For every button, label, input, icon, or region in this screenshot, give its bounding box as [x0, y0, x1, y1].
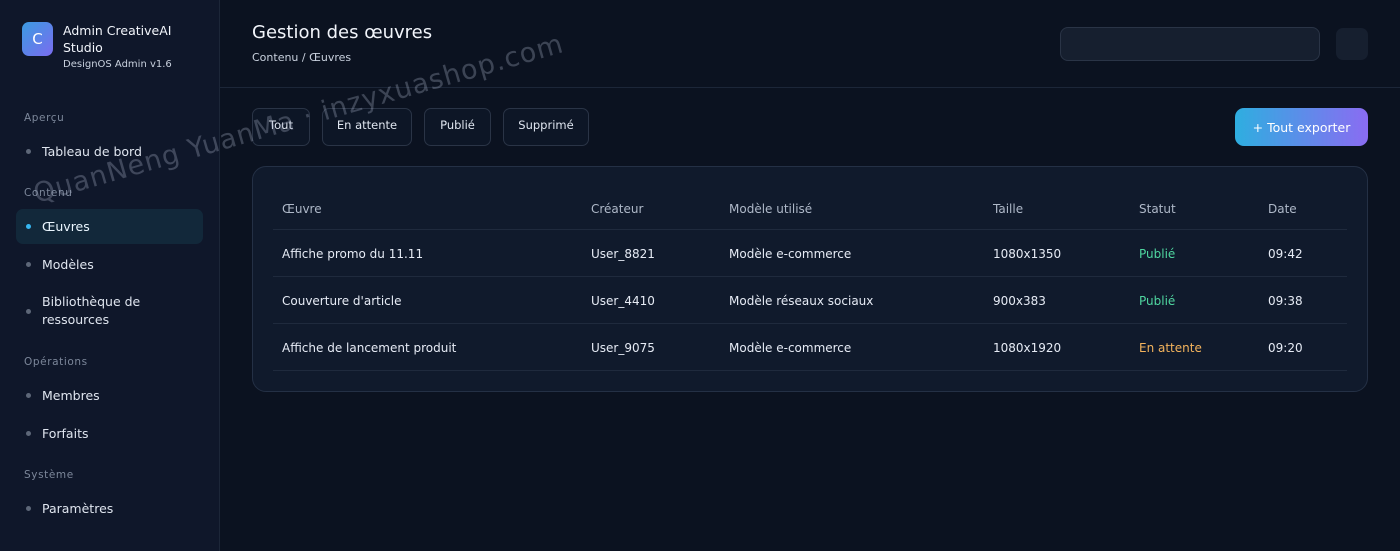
cell-template: Modèle e-commerce — [729, 341, 852, 355]
sidebar-item-settings[interactable]: Paramètres — [16, 491, 203, 526]
section-label-operations: Opérations — [24, 356, 88, 368]
sidebar-item-templates[interactable]: Modèles — [16, 247, 203, 282]
cell-work: Affiche de lancement produit — [282, 341, 457, 355]
column-header-date: Date — [1268, 202, 1297, 216]
header: Gestion des œuvres Contenu / Œuvres — [220, 0, 1400, 88]
sidebar-item-plans[interactable]: Forfaits — [16, 416, 203, 451]
status-badge: Publié — [1139, 247, 1176, 261]
sidebar-item-library[interactable]: Bibliothèque de ressources — [16, 289, 203, 333]
bullet-icon — [26, 224, 31, 229]
filter-pending-button[interactable]: En attente — [322, 108, 412, 146]
section-label-apercu: Aperçu — [24, 112, 65, 124]
sidebar-item-works[interactable]: Œuvres — [16, 209, 203, 244]
sidebar: C Admin CreativeAI Studio DesignOS Admin… — [0, 0, 220, 551]
section-label-contenu: Contenu — [24, 187, 73, 199]
bullet-icon — [26, 262, 31, 267]
cell-date: 09:42 — [1268, 247, 1303, 261]
sidebar-item-label: Forfaits — [42, 425, 89, 441]
brand: C Admin CreativeAI Studio DesignOS Admin… — [22, 22, 193, 70]
cell-size: 1080x1350 — [993, 247, 1062, 261]
cell-size: 900x383 — [993, 294, 1046, 308]
cell-template: Modèle réseaux sociaux — [729, 294, 874, 308]
cell-date: 09:20 — [1268, 341, 1303, 355]
sidebar-item-label: Œuvres — [42, 218, 90, 234]
brand-subtitle: DesignOS Admin v1.6 — [63, 59, 172, 70]
bullet-icon — [26, 308, 31, 314]
sidebar-item-label: Bibliothèque de ressources — [42, 294, 141, 327]
filter-deleted-button[interactable]: Supprimé — [503, 108, 589, 146]
cell-template: Modèle e-commerce — [729, 247, 852, 261]
filter-published-button[interactable]: Publié — [424, 108, 491, 146]
column-header-creator: Créateur — [591, 202, 644, 216]
cell-size: 1080x1920 — [993, 341, 1062, 355]
column-header-size: Taille — [993, 202, 1024, 216]
breadcrumb[interactable]: Contenu / Œuvres — [252, 51, 351, 64]
cell-work: Couverture d'article — [282, 294, 402, 308]
sidebar-item-label: Tableau de bord — [42, 143, 142, 159]
cell-work: Affiche promo du 11.11 — [282, 247, 424, 261]
row-divider — [273, 370, 1347, 371]
header-action-button[interactable] — [1336, 28, 1368, 60]
brand-text: Admin CreativeAI Studio DesignOS Admin v… — [63, 22, 193, 70]
export-all-button[interactable]: + Tout exporter — [1235, 108, 1368, 146]
row-divider — [273, 276, 1347, 277]
cell-date: 09:38 — [1268, 294, 1303, 308]
status-badge: Publié — [1139, 294, 1176, 308]
cell-creator: User_9075 — [591, 341, 655, 355]
bullet-icon — [26, 506, 31, 511]
sidebar-item-members[interactable]: Membres — [16, 378, 203, 413]
sidebar-item-dashboard[interactable]: Tableau de bord — [16, 134, 203, 169]
cell-creator: User_8821 — [591, 247, 655, 261]
brand-name: Admin CreativeAI Studio — [63, 23, 172, 55]
works-table: Œuvre Créateur Modèle utilisé Taille Sta… — [252, 166, 1368, 392]
sidebar-item-label: Membres — [42, 387, 100, 403]
sidebar-item-label: Modèles — [42, 256, 94, 272]
filter-all-button[interactable]: Tout — [252, 108, 310, 146]
column-header-status: Statut — [1139, 202, 1176, 216]
bullet-icon — [26, 149, 31, 154]
row-divider — [273, 229, 1347, 230]
cell-creator: User_4410 — [591, 294, 655, 308]
bullet-icon — [26, 431, 31, 436]
row-divider — [273, 323, 1347, 324]
search-input[interactable] — [1060, 27, 1320, 61]
status-badge: En attente — [1139, 341, 1202, 355]
column-header-work: Œuvre — [282, 202, 322, 216]
section-label-systeme: Système — [24, 469, 74, 481]
bullet-icon — [26, 393, 31, 398]
sidebar-item-label: Paramètres — [42, 500, 114, 516]
brand-logo: C — [22, 22, 53, 56]
page-title: Gestion des œuvres — [252, 22, 433, 43]
column-header-template: Modèle utilisé — [729, 202, 813, 216]
